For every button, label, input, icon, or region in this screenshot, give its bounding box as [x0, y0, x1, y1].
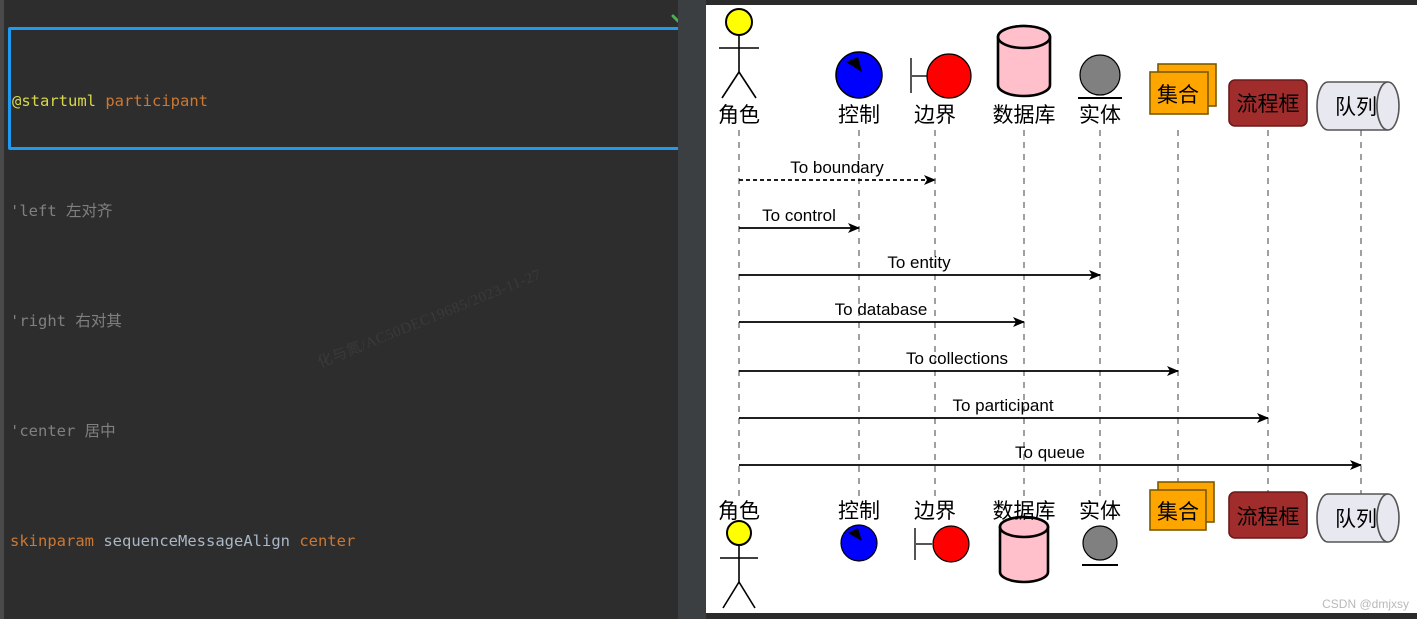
entity-icon-top: 实体: [1078, 54, 1122, 127]
diagram-bottom-strip: [706, 613, 1417, 619]
database-icon-top: 数据库: [993, 24, 1056, 127]
token-comment-center: 'center: [10, 421, 76, 440]
participant-label-database-bottom: 数据库: [993, 499, 1056, 523]
participant-label-control-bottom: 控制: [838, 499, 880, 523]
diagram-top-strip: [706, 0, 1417, 5]
participant-label-boundary-top: 边界: [914, 103, 956, 127]
message-label-to-queue: To queue: [1015, 443, 1085, 462]
message-label-to-collections: To collections: [906, 349, 1008, 368]
actor-icon-top: 角色: [718, 8, 760, 127]
participant-label-queue-bottom: 队列: [1335, 507, 1377, 531]
control-icon-bottom: 控制: [838, 499, 880, 562]
code-line-startuml[interactable]: @startuml participant: [10, 88, 678, 116]
participant-label-control-top: 控制: [838, 103, 880, 127]
token-startuml: @startuml: [12, 91, 96, 110]
participant-label-boundary-bottom: 边界: [914, 499, 956, 523]
participant-label-actor-bottom: 角色: [718, 499, 760, 523]
participant-label-participant-top: 流程框: [1237, 92, 1300, 116]
token-comment-center-cn: 居中: [84, 421, 116, 440]
collections-icon-bottom: 集合: [1149, 481, 1215, 531]
editor-scrollbar[interactable]: [678, 0, 706, 619]
code-line-skinparam[interactable]: skinparam sequenceMessageAlign center: [10, 528, 678, 556]
message-to-participant: To participant: [739, 396, 1269, 423]
database-icon-bottom: 数据库: [993, 499, 1056, 584]
diagram-watermark: CSDN @dmjxsy: [1322, 597, 1409, 611]
queue-icon-top: 队列: [1316, 81, 1400, 131]
token-skinparam-name: sequenceMessageAlign: [103, 531, 290, 550]
participant-icon-bottom: 流程框: [1228, 491, 1308, 539]
entity-icon-bottom: 实体: [1079, 499, 1121, 566]
message-to-database: To database: [739, 300, 1025, 327]
token-skinparam-value: center: [299, 531, 356, 550]
message-label-to-boundary: To boundary: [790, 158, 884, 177]
code-line-comment-left[interactable]: 'left 左对齐: [10, 198, 678, 226]
code-line-comment-right[interactable]: 'right 右对其: [10, 308, 678, 336]
sequence-diagram-pane: 角色 控制 边界 数据库 实体 集合 流程框 队列 To boundary To…: [706, 0, 1417, 619]
message-label-to-participant: To participant: [952, 396, 1053, 415]
token-comment-right-cn: 右对其: [75, 311, 122, 330]
actor-icon-bottom: 角色: [718, 499, 760, 609]
boundary-icon-top: 边界: [910, 53, 972, 127]
message-to-collections: To collections: [739, 349, 1179, 376]
control-icon-top: 控制: [835, 51, 883, 127]
participant-label-database-top: 数据库: [993, 103, 1056, 127]
collections-icon-top: 集合: [1149, 63, 1217, 115]
participant-icon-top: 流程框: [1228, 79, 1308, 127]
message-label-to-entity: To entity: [887, 253, 951, 272]
message-to-entity: To entity: [739, 253, 1101, 280]
code-editor-text[interactable]: @startuml participant 'left 左对齐 'right 右…: [0, 0, 678, 619]
code-line-comment-center[interactable]: 'center 居中: [10, 418, 678, 446]
boundary-icon-bottom: 边界: [914, 499, 970, 563]
sequence-diagram-svg: 角色 控制 边界 数据库 实体 集合 流程框 队列 To boundary To…: [718, 8, 1400, 609]
message-to-boundary: To boundary: [739, 158, 936, 185]
token-comment-left-cn: 左对齐: [66, 201, 113, 220]
participant-label-entity-bottom: 实体: [1079, 499, 1121, 523]
token-comment-right: 'right: [10, 311, 66, 330]
participant-label-collections-top: 集合: [1157, 83, 1199, 107]
queue-icon-bottom: 队列: [1316, 493, 1400, 543]
token-comment-left: 'left: [10, 201, 57, 220]
message-label-to-control: To control: [762, 206, 836, 225]
code-editor-pane[interactable]: @startuml participant 'left 左对齐 'right 右…: [0, 0, 706, 619]
message-label-to-database: To database: [835, 300, 928, 319]
participant-label-participant-bottom: 流程框: [1237, 505, 1300, 529]
participant-label-collections-bottom: 集合: [1157, 500, 1199, 524]
participant-label-queue-top: 队列: [1335, 95, 1377, 119]
message-to-control: To control: [739, 206, 860, 233]
app-root: @startuml participant 'left 左对齐 'right 右…: [0, 0, 1417, 619]
token-skinparam-keyword: skinparam: [10, 531, 94, 550]
token-participant-keyword: participant: [105, 91, 208, 110]
participant-label-actor-top: 角色: [718, 103, 760, 127]
participant-label-entity-top: 实体: [1079, 103, 1121, 127]
